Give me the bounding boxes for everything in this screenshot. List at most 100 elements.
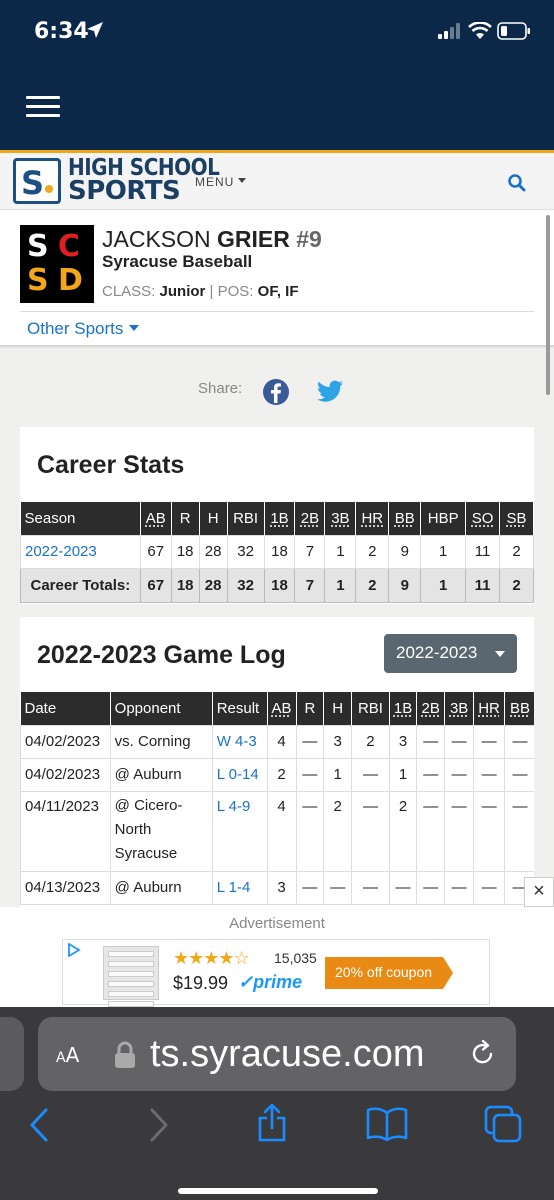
col-header[interactable]: RBI <box>227 502 265 535</box>
site-logo-icon[interactable]: S <box>13 158 61 204</box>
ad-rating-count: 15,035 <box>274 950 317 966</box>
status-time: 6:34 <box>34 19 89 44</box>
game-result-link[interactable]: L 0-14 <box>211 757 268 792</box>
table-cell: — <box>416 757 446 792</box>
game-result-link[interactable]: L 4-9 <box>211 790 268 872</box>
col-header[interactable]: 1B <box>264 502 296 535</box>
table-cell: — <box>504 724 534 759</box>
home-indicator[interactable] <box>178 1188 378 1194</box>
col-header[interactable]: AB <box>267 692 297 725</box>
col-header[interactable]: HBP <box>420 502 467 535</box>
scrollbar[interactable] <box>546 215 550 395</box>
table-cell: 3 <box>388 724 418 759</box>
table-cell: 1 <box>420 567 467 603</box>
site-header: S HIGH SCHOOL SPORTS MENU <box>0 150 554 210</box>
table-cell: 1 <box>388 757 418 792</box>
col-header[interactable]: 3B <box>444 692 475 725</box>
address-bar[interactable]: AA ts.syracuse.com <box>38 1017 516 1091</box>
table-cell: — <box>295 790 325 872</box>
previous-tab-peek[interactable] <box>0 1017 24 1091</box>
table-cell: 67 <box>139 534 172 569</box>
career-stats-table: Season AB R H RBI 1B 2B 3B HR BB HBP SO … <box>20 502 534 603</box>
table-row: 04/02/2023 @ Auburn L 0-14 2 — 1 — 1 — —… <box>20 757 534 792</box>
game-result-link[interactable]: L 1-4 <box>211 870 268 905</box>
col-header[interactable]: 3B <box>324 502 357 535</box>
table-cell: 1 <box>420 534 467 569</box>
col-header[interactable]: SO <box>465 502 501 535</box>
col-header[interactable]: SB <box>499 502 534 535</box>
season-select[interactable]: 2022-2023 <box>384 634 517 673</box>
wifi-icon <box>468 22 492 39</box>
col-header[interactable]: 2B <box>294 502 326 535</box>
col-header[interactable]: Season <box>20 502 141 535</box>
ad-coupon[interactable]: 20% off coupon <box>325 957 453 989</box>
season-link[interactable]: 2022-2023 <box>20 534 141 569</box>
url-text[interactable]: ts.syracuse.com <box>150 1033 425 1076</box>
col-header[interactable]: R <box>171 502 200 535</box>
col-header[interactable]: BB <box>388 502 422 535</box>
game-result-link[interactable]: W 4-3 <box>211 724 268 759</box>
logo-letter: S <box>27 263 49 298</box>
share-icon[interactable] <box>256 1103 288 1143</box>
facebook-icon[interactable] <box>262 378 290 406</box>
table-cell: 1 <box>324 567 357 603</box>
other-sports-dropdown[interactable]: Other Sports <box>27 319 140 339</box>
player-card: S C S D JACKSON GRIER #9 Syracuse Baseba… <box>0 210 554 349</box>
table-cell: 2 <box>355 567 390 603</box>
logo-letter: C <box>58 229 81 264</box>
table-cell: 28 <box>198 567 228 603</box>
close-ad-button[interactable]: × <box>524 877 554 907</box>
hamburger-menu-icon[interactable] <box>26 96 60 118</box>
col-header[interactable]: Result <box>212 692 268 725</box>
col-header[interactable]: AB <box>140 502 172 535</box>
adchoices-icon[interactable] <box>67 943 81 957</box>
player-number: #9 <box>296 226 322 252</box>
browser-toolbar: AA ts.syracuse.com <box>0 1007 554 1200</box>
tabs-icon[interactable] <box>484 1105 522 1143</box>
table-cell: 9 <box>388 534 422 569</box>
col-header[interactable]: HR <box>355 502 390 535</box>
forward-icon[interactable] <box>148 1107 170 1143</box>
game-opponent: @ Auburn <box>109 870 213 905</box>
browser-nav <box>0 1103 554 1147</box>
table-cell: 32 <box>226 567 265 603</box>
search-icon[interactable] <box>507 173 527 193</box>
chevron-down-icon <box>238 178 247 183</box>
col-header[interactable]: RBI <box>351 692 390 725</box>
table-row: 04/13/2023 @ Auburn L 1-4 3 — — — — — — … <box>20 870 534 905</box>
col-header[interactable]: Date <box>20 692 111 725</box>
col-header[interactable]: H <box>199 502 228 535</box>
bookmarks-icon[interactable] <box>366 1107 408 1141</box>
table-cell: 4 <box>266 790 297 872</box>
caret-down-icon <box>129 325 140 331</box>
col-header[interactable]: 1B <box>389 692 418 725</box>
table-cell: 2 <box>355 534 390 569</box>
col-header[interactable]: 2B <box>416 692 446 725</box>
reload-icon[interactable] <box>470 1039 496 1067</box>
table-row: 04/11/2023 @ Cicero- North Syracuse L 4-… <box>20 790 534 872</box>
table-cell: — <box>323 870 353 905</box>
back-icon[interactable] <box>28 1107 50 1143</box>
table-cell: 2 <box>499 567 534 603</box>
menu-label: MENU <box>195 175 235 189</box>
table-cell: 1 <box>323 757 353 792</box>
col-header[interactable]: HR <box>473 692 506 725</box>
table-cell: — <box>473 757 506 792</box>
reader-aa-button[interactable]: AA <box>56 1043 79 1067</box>
twitter-icon[interactable] <box>316 380 344 404</box>
menu-button[interactable]: MENU <box>195 175 247 189</box>
app-header: 6:34 <box>0 0 554 150</box>
table-cell: 9 <box>388 567 422 603</box>
career-stats-panel: Career Stats Season AB R H RBI 1B 2B 3B … <box>20 427 534 604</box>
info-separator: | <box>209 283 214 300</box>
col-header[interactable]: H <box>323 692 353 725</box>
col-header[interactable]: Opponent <box>110 692 213 725</box>
table-cell: 2 <box>323 790 353 872</box>
ad-creative[interactable]: ★★★★☆ 15,035 $19.99 ✓prime 20% off coupo… <box>62 939 490 1007</box>
table-cell: — <box>473 790 506 872</box>
table-cell: 28 <box>198 534 228 569</box>
table-row: 04/02/2023 vs. Corning W 4-3 4 — 3 2 3 —… <box>20 724 534 759</box>
col-header[interactable]: BB <box>504 692 534 725</box>
opponent-line: North <box>114 820 152 838</box>
col-header[interactable]: R <box>296 692 325 725</box>
